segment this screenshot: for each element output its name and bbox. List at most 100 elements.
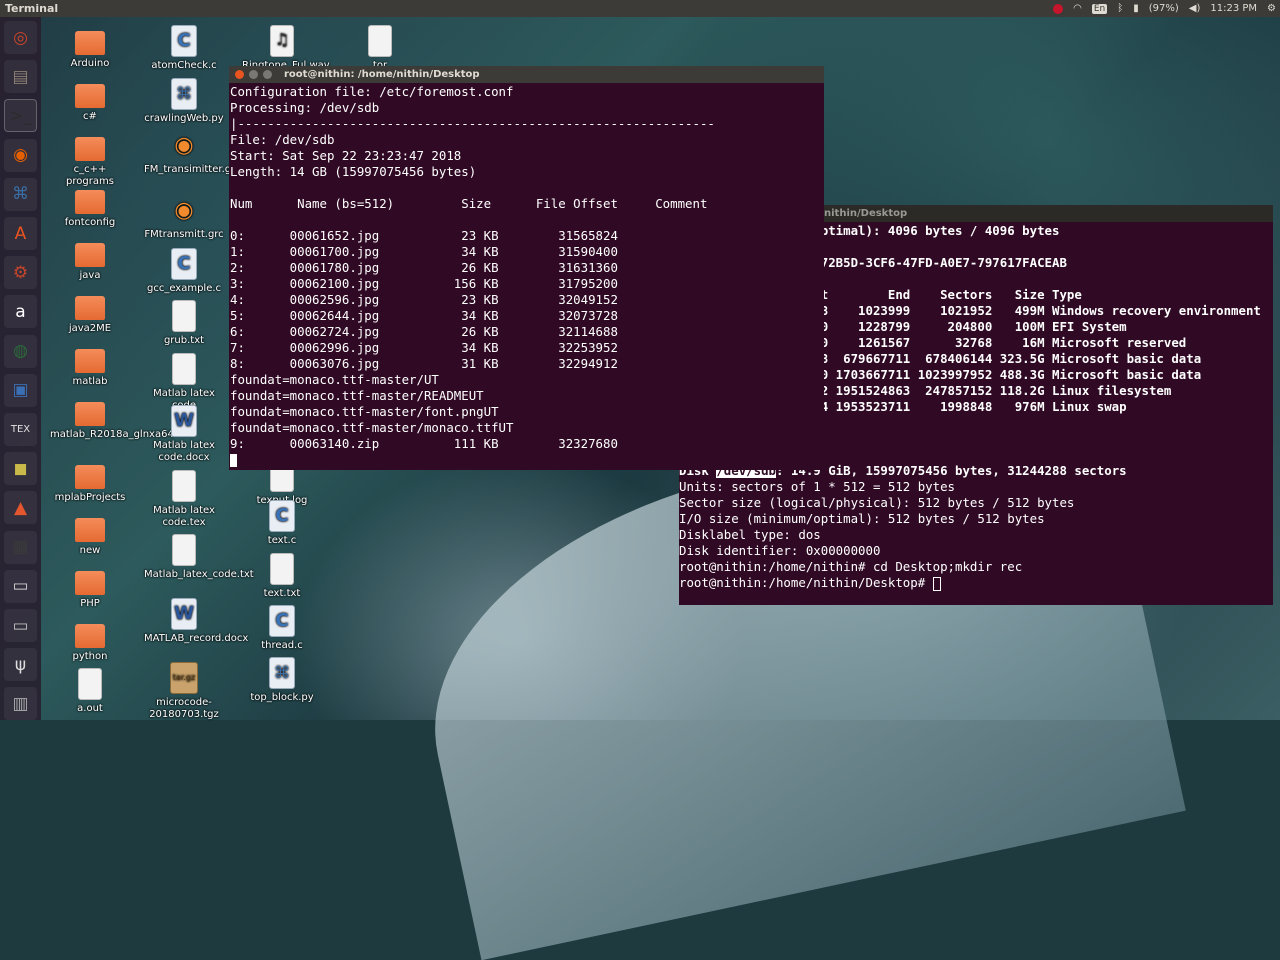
desktop-icon-code[interactable]: Ctext.c	[242, 500, 322, 547]
desktop-icon-word[interactable]: W MATLAB_record.docx	[144, 598, 248, 645]
desktop-icon-label: atomCheck.c	[151, 60, 217, 71]
launcher-software-center-icon[interactable]: A	[4, 217, 37, 250]
terminal-titlebar[interactable]: root@nithin: /home/nithin/Desktop	[229, 66, 824, 83]
minimize-button[interactable]	[249, 70, 258, 79]
terminal-line: Sector size (logical/physical): 512 byte…	[679, 495, 1075, 510]
desktop-icon-label: Arduino	[70, 58, 110, 69]
folder-icon	[75, 296, 105, 320]
battery-icon[interactable]: ▮	[1133, 3, 1139, 14]
launcher-files-icon[interactable]: ▤	[4, 60, 37, 94]
desktop-icon-doc[interactable]: grub.txt	[144, 300, 224, 347]
launcher-amazon-icon[interactable]: a	[4, 295, 37, 329]
terminal-line: 1: 00061700.jpg 34 KB 31590400	[230, 244, 618, 259]
desktop-icon-doc[interactable]: tor	[340, 25, 420, 72]
terminal-line: foundat=monaco.ttf-master/READMEUT	[230, 388, 484, 403]
battery-percent[interactable]: (97%)	[1149, 3, 1179, 14]
desktop-icon-folder[interactable]: java	[50, 237, 130, 282]
desktop-icon-label: mplabProjects	[54, 492, 126, 503]
launcher-drive-1-icon[interactable]: ▭	[4, 569, 37, 603]
device-icon: ◼	[13, 458, 28, 479]
desktop-icon-folder[interactable]: c#	[50, 78, 130, 123]
terminal-line: 3: 00062100.jpg 156 KB 31795200	[230, 276, 618, 291]
desktop-icon-doc[interactable]: Matlab latex code.tex	[144, 470, 224, 529]
launcher-network-icon[interactable]: ◍	[4, 334, 37, 368]
desktop-icon-doc[interactable]: a.out	[50, 668, 130, 715]
desktop-icon-word[interactable]: W Matlab latex code.docx	[144, 405, 224, 464]
terminal-line: 2: 00061780.jpg 26 KB 31631360	[230, 260, 618, 275]
terminal-line: foundat=monaco.ttf-master/UT	[230, 372, 439, 387]
maximize-button[interactable]	[263, 70, 272, 79]
terminal-output[interactable]: Configuration file: /etc/foremost.conf Pr…	[229, 83, 824, 468]
terminal-line: Start: Sat Sep 22 23:23:47 2018	[230, 148, 462, 163]
desktop-icon-radio[interactable]: ◉ FMtransmitt.grc	[144, 196, 224, 241]
panel-indicators: ◠ En ᛒ ▮ (97%) ◀) 11:23 PM ⚙	[1053, 0, 1276, 17]
system-menu-gear-icon[interactable]: ⚙	[1267, 3, 1276, 14]
network-icon: ◍	[13, 341, 28, 362]
terminal-line: Length: 14 GB (15997075456 bytes)	[230, 164, 477, 179]
close-button[interactable]	[235, 70, 244, 79]
amazon-icon: a	[15, 301, 26, 322]
terminal-window-foremost[interactable]: root@nithin: /home/nithin/Desktop Config…	[229, 66, 824, 470]
terminal-line: 7: 00062996.jpg 34 KB 32253952	[230, 340, 618, 355]
desktop-icon-code[interactable]: Cthread.c	[242, 605, 322, 652]
launcher-settings-icon[interactable]: ⚙	[4, 256, 37, 290]
update-indicator-icon[interactable]	[1053, 3, 1064, 14]
desktop-icon-arch[interactable]: tar.gz microcode-20180703.tgz	[144, 662, 224, 721]
launcher-ubuntu-dash-icon[interactable]: ◎	[4, 21, 37, 54]
launcher-virtualbox-icon[interactable]: ▣	[4, 373, 37, 407]
desktop-icon-folder[interactable]: Arduino	[50, 25, 130, 70]
desktop-icon-doc[interactable]: text.txt	[242, 553, 322, 600]
folder-icon	[75, 624, 105, 648]
desktop-icon-py[interactable]: ⌘ top_block.py	[242, 657, 322, 704]
folder-icon	[75, 518, 105, 542]
terminal-line: 8: 00063076.jpg 31 KB 32294912	[230, 356, 618, 371]
desktop-icon-radio[interactable]: ◉ FM_transimitter.grc	[144, 131, 241, 176]
terminal-line: root@nithin:/home/nithin/Desktop#	[679, 575, 1273, 591]
desktop-icon-label: Matlab_latex_code.txt	[144, 569, 254, 580]
launcher-firefox-icon[interactable]: ◉	[4, 138, 37, 172]
desktop-icon-label: c#	[83, 111, 97, 122]
matlab-icon: ▲	[13, 497, 28, 518]
desktop-icon-folder[interactable]: matlab	[50, 343, 130, 388]
launcher-video-editor-icon[interactable]: ▦	[4, 530, 37, 564]
desktop-icon-folder[interactable]: python	[50, 618, 130, 663]
launcher-usb-icon[interactable]: ψ	[4, 648, 37, 682]
launcher-matlab-icon[interactable]: ▲	[4, 491, 37, 525]
clock[interactable]: 11:23 PM	[1210, 3, 1257, 14]
folder-icon	[75, 349, 105, 373]
folder-icon	[75, 84, 105, 108]
radio-icon: ◉	[174, 198, 194, 223]
desktop-icon-folder[interactable]: java2ME	[50, 290, 130, 335]
launcher-trash-icon[interactable]: ▥	[4, 687, 37, 721]
desktop-icon-folder[interactable]: PHP	[50, 565, 130, 610]
bluetooth-icon[interactable]: ᛒ	[1117, 3, 1123, 14]
desktop-icon-folder[interactable]: matlab_R2018a_glnxa64	[50, 396, 174, 441]
desktop-icon-doc[interactable]: Matlab latex code	[144, 353, 224, 412]
doc-icon	[172, 534, 196, 566]
terminal-line: Disk identifier: 0x00000000	[679, 543, 881, 558]
desktop-icon-folder[interactable]: new	[50, 512, 130, 557]
terminal-line: Processing: /dev/sdb	[230, 100, 380, 115]
desktop-icon-code[interactable]: CatomCheck.c	[144, 25, 224, 72]
code-icon: C	[269, 500, 295, 532]
keyboard-layout-indicator[interactable]: En	[1091, 3, 1108, 14]
desktop-icon-doc[interactable]: Matlab_latex_code.txt	[144, 534, 254, 581]
desktop-icon-folder[interactable]: c_c++ programs	[50, 131, 130, 188]
wifi-icon[interactable]: ◠	[1073, 3, 1082, 14]
desktop-icon-py[interactable]: ⌘ crawlingWeb.py	[144, 78, 224, 125]
desktop-icon-code[interactable]: Cgcc_example.c	[144, 248, 224, 295]
desktop-icon-folder[interactable]: fontconfig	[50, 184, 130, 229]
active-app-title: Terminal	[5, 2, 59, 15]
launcher-drive-2-icon[interactable]: ▭	[4, 609, 37, 642]
terminal-cursor	[230, 454, 237, 467]
video-editor-icon: ▦	[12, 537, 29, 558]
desktop-icon-label: python	[72, 651, 108, 662]
desktop-icon-audio[interactable]: ♫Ringtone_Ful.wav	[242, 25, 330, 72]
launcher-device-icon[interactable]: ◼	[4, 452, 37, 486]
launcher-python-icon[interactable]: ⌘	[4, 177, 37, 211]
launcher-terminal-icon[interactable]: >_	[4, 99, 37, 133]
volume-icon[interactable]: ◀)	[1189, 3, 1201, 14]
launcher-tex-icon[interactable]: TEX	[4, 413, 37, 446]
desktop-icon-folder[interactable]: mplabProjects	[50, 459, 130, 504]
